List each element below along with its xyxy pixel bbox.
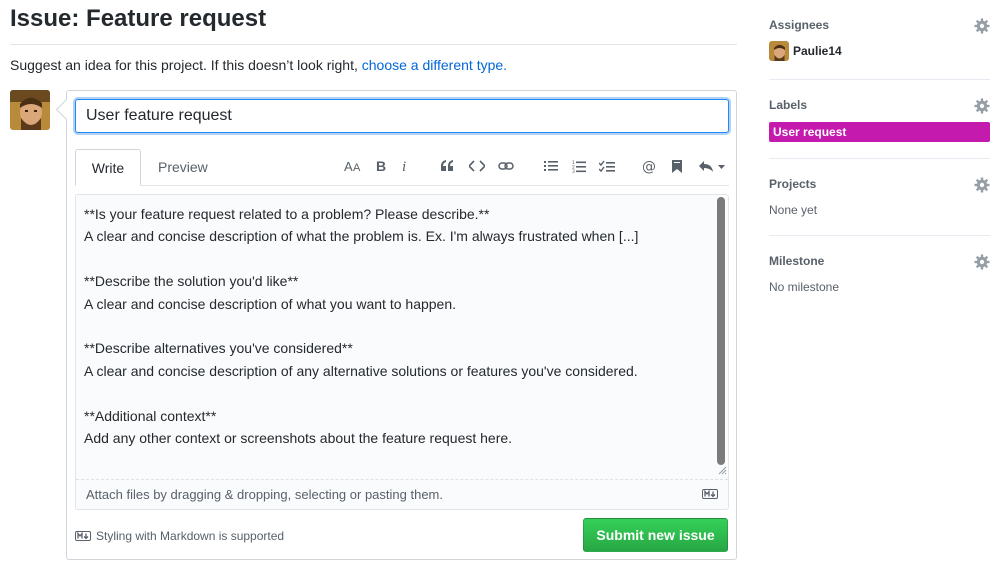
assignees-heading[interactable]: Assignees <box>769 18 990 32</box>
heading-icon[interactable]: AA <box>342 155 364 177</box>
tab-preview[interactable]: Preview <box>142 149 224 186</box>
body-line <box>84 315 708 337</box>
attach-files-text: Attach files by dragging & dropping, sel… <box>86 487 443 502</box>
milestone-value: No milestone <box>769 280 840 294</box>
markdown-support-note[interactable]: Styling with Markdown is supported <box>75 529 284 543</box>
sidebar-divider <box>769 235 990 236</box>
body-line: A clear and concise description of any a… <box>84 362 638 379</box>
link-icon[interactable] <box>495 155 517 177</box>
markdown-icon <box>75 531 91 541</box>
attach-files-bar[interactable]: Attach files by dragging & dropping, sel… <box>76 479 728 509</box>
code-icon[interactable] <box>466 155 488 177</box>
issue-body-textarea[interactable]: **Is your feature request related to a p… <box>76 195 716 478</box>
body-line: **Is your feature request related to a p… <box>84 206 490 222</box>
markdown-note-text: Styling with Markdown is supported <box>96 529 285 543</box>
bullet-list-icon[interactable] <box>540 155 562 177</box>
markdown-icon <box>702 489 718 499</box>
svg-text:A: A <box>353 162 361 173</box>
milestone-section: Milestone No milestone <box>769 254 990 294</box>
assignee-name: Paulie14 <box>793 44 842 58</box>
projects-value: None yet <box>769 203 818 217</box>
issue-body-editor[interactable]: **Is your feature request related to a p… <box>75 194 729 510</box>
svg-text:B: B <box>376 159 386 173</box>
reply-icon[interactable] <box>696 155 728 177</box>
title-divider <box>10 44 737 45</box>
choose-type-link[interactable]: choose a different type. <box>362 57 507 73</box>
tab-write[interactable]: Write <box>75 149 141 186</box>
bookmark-icon[interactable] <box>666 155 688 177</box>
task-list-icon[interactable] <box>596 155 618 177</box>
gear-icon[interactable] <box>974 177 990 193</box>
italic-icon[interactable]: i <box>394 155 416 177</box>
body-line: **Describe the solution you'd like** <box>84 273 299 290</box>
assignees-section: Assignees Paulie14 <box>769 18 990 61</box>
body-line: **Additional context** <box>84 407 217 424</box>
body-line: Add any other context or screenshots abo… <box>84 429 513 446</box>
assignee-avatar <box>769 41 789 61</box>
gear-icon[interactable] <box>974 18 990 34</box>
svg-text:@: @ <box>642 159 656 174</box>
user-avatar[interactable] <box>10 90 50 130</box>
gear-icon[interactable] <box>974 254 990 270</box>
resize-grip-icon[interactable] <box>717 465 727 475</box>
gear-icon[interactable] <box>974 98 990 114</box>
subtitle-text: Suggest an idea for this project. If thi… <box>10 57 358 73</box>
numbered-list-icon[interactable]: 123 <box>568 155 590 177</box>
projects-heading[interactable]: Projects <box>769 177 990 191</box>
svg-text:3: 3 <box>572 169 575 173</box>
body-line: **Describe alternatives you've considere… <box>84 340 353 357</box>
textarea-scrollbar[interactable] <box>717 197 725 465</box>
body-line: A clear and concise description of what … <box>84 295 457 312</box>
bold-icon[interactable]: B <box>370 155 392 177</box>
quote-icon[interactable] <box>436 155 458 177</box>
sidebar-divider <box>769 79 990 80</box>
new-issue-form: Write Preview AA B i 123 @ <box>66 90 737 560</box>
labels-heading[interactable]: Labels <box>769 98 990 112</box>
mention-icon[interactable]: @ <box>638 155 660 177</box>
labels-section: Labels User request <box>769 98 990 142</box>
template-subtitle: Suggest an idea for this project. If thi… <box>10 57 507 73</box>
body-line <box>84 382 708 404</box>
milestone-heading[interactable]: Milestone <box>769 254 990 268</box>
page-title: Issue: Feature request <box>10 5 267 32</box>
body-line <box>84 248 708 270</box>
assignee-item[interactable]: Paulie14 <box>769 41 990 61</box>
submit-issue-button[interactable]: Submit new issue <box>583 518 728 552</box>
label-user-request[interactable]: User request <box>769 122 990 142</box>
sidebar-divider <box>769 158 990 159</box>
projects-section: Projects None yet <box>769 177 990 217</box>
issue-title-input[interactable] <box>75 99 729 133</box>
body-line: A clear and concise description of what … <box>84 228 639 245</box>
svg-text:A: A <box>344 159 353 173</box>
svg-text:i: i <box>402 159 406 173</box>
